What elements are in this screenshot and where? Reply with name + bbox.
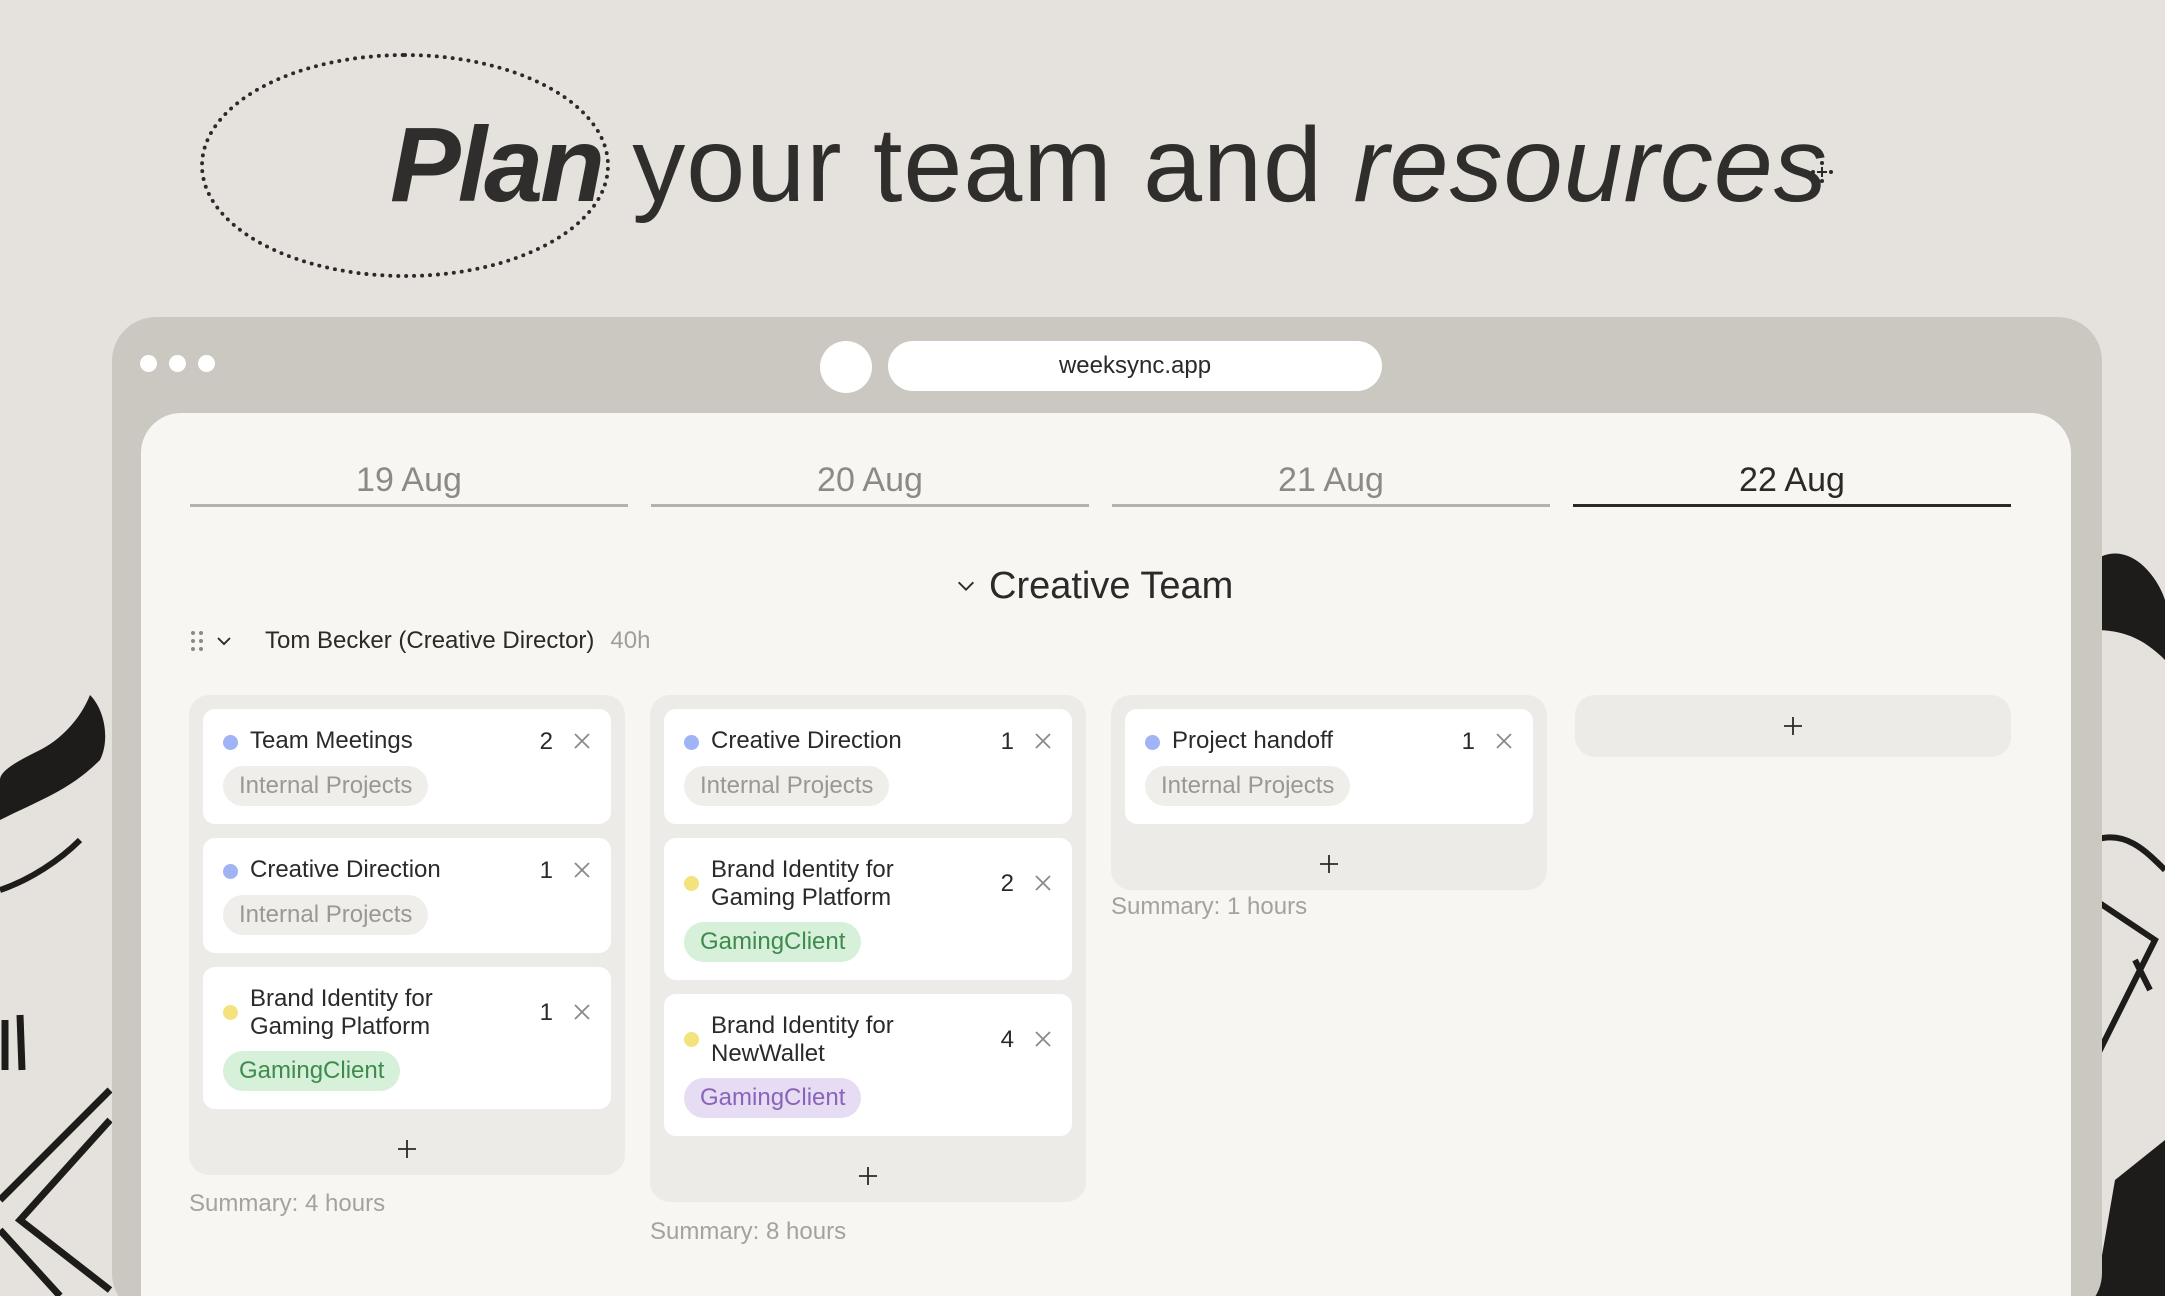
day-column-20-aug: Creative Direction 1 Internal Projects B… <box>650 695 1086 1202</box>
status-dot <box>223 735 238 750</box>
person-capacity: 40h <box>610 627 651 654</box>
url-text: weeksync.app <box>1058 352 1212 379</box>
nav-button[interactable] <box>820 341 872 393</box>
status-dot <box>684 876 699 891</box>
date-tab-19-aug[interactable]: 19 Aug <box>190 461 628 507</box>
status-dot <box>684 1032 699 1047</box>
date-tab-20-aug[interactable]: 20 Aug <box>651 461 1089 507</box>
plus-icon <box>1784 717 1802 735</box>
project-tag: GamingClient <box>684 1078 862 1118</box>
task-card[interactable]: Project handoff 1 Internal Projects <box>1125 709 1533 824</box>
date-tab-22-aug[interactable]: 22 Aug <box>1573 461 2011 507</box>
task-card[interactable]: Brand Identity for Gaming Platform 2 Gam… <box>664 838 1072 980</box>
plus-icon <box>859 1167 877 1185</box>
drag-handle-icon[interactable] <box>189 629 205 653</box>
hero-word-plan: Plan <box>390 106 605 224</box>
close-icon[interactable] <box>573 1003 591 1021</box>
add-task-button[interactable] <box>203 1123 611 1175</box>
task-card[interactable]: Brand Identity for NewWallet 4 GamingCli… <box>664 994 1072 1136</box>
task-title: Creative Direction <box>711 727 902 754</box>
project-tag: Internal Projects <box>223 766 429 806</box>
plus-icon <box>398 1140 416 1158</box>
day-column-21-aug: Project handoff 1 Internal Projects <box>1111 695 1547 890</box>
task-title: Brand Identity for Gaming Platform <box>711 856 894 911</box>
project-tag: GamingClient <box>223 1051 401 1091</box>
project-tag: Internal Projects <box>1145 766 1351 806</box>
task-hours: 1 <box>539 857 553 884</box>
day-column-19-aug: Team Meetings 2 Internal Projects Creati… <box>189 695 625 1175</box>
move-icon <box>1811 161 1833 183</box>
chevron-down-icon[interactable] <box>215 632 233 650</box>
project-tag: Internal Projects <box>223 895 429 935</box>
task-title: Brand Identity for Gaming Platform <box>250 985 433 1040</box>
window-dot-close[interactable] <box>140 355 157 372</box>
app-content: 19 Aug 20 Aug 21 Aug 22 Aug Creative Tea… <box>141 413 2071 1296</box>
project-tag: Internal Projects <box>684 766 890 806</box>
window-dot-maximize[interactable] <box>198 355 215 372</box>
url-bar[interactable]: weeksync.app <box>888 341 1382 391</box>
task-hours: 1 <box>539 999 553 1026</box>
task-card[interactable]: Brand Identity for Gaming Platform 1 Gam… <box>203 967 611 1109</box>
window-controls <box>140 355 215 372</box>
task-title: Brand Identity for NewWallet <box>711 1012 894 1067</box>
task-hours: 2 <box>539 728 553 755</box>
add-task-button[interactable] <box>1125 838 1533 890</box>
chevron-down-icon <box>958 581 974 591</box>
close-icon[interactable] <box>573 732 591 750</box>
project-tag: GamingClient <box>684 922 862 962</box>
status-dot <box>1145 735 1160 750</box>
task-card[interactable]: Creative Direction 1 Internal Projects <box>664 709 1072 824</box>
add-task-button-22-aug[interactable] <box>1575 695 2011 757</box>
day-summary: Summary: 8 hours <box>650 1218 847 1245</box>
team-name: Creative Team <box>989 564 1234 607</box>
browser-window: weeksync.app 19 Aug 20 Aug 21 Aug 22 Aug… <box>112 317 2102 1296</box>
task-card[interactable]: Team Meetings 2 Internal Projects <box>203 709 611 824</box>
close-icon[interactable] <box>1034 1030 1052 1048</box>
hero-word-resources: resources <box>1353 106 1828 224</box>
task-hours: 1 <box>1000 728 1014 755</box>
day-summary: Summary: 1 hours <box>1111 893 1308 920</box>
task-hours: 2 <box>1000 870 1014 897</box>
date-tab-21-aug[interactable]: 21 Aug <box>1112 461 1550 507</box>
hero-headline: Plan your team and resources <box>390 100 1828 230</box>
decorative-doodle-left <box>0 695 113 1296</box>
task-title: Creative Direction <box>250 856 441 883</box>
status-dot <box>223 1005 238 1020</box>
team-header[interactable]: Creative Team <box>955 561 1233 611</box>
hero-word-middle: your team and <box>601 106 1354 224</box>
day-summary: Summary: 4 hours <box>189 1190 386 1217</box>
person-name: Tom Becker (Creative Director) <box>265 627 595 654</box>
status-dot <box>684 735 699 750</box>
person-row: Tom Becker (Creative Director) 40h <box>189 621 650 661</box>
task-hours: 1 <box>1461 728 1475 755</box>
close-icon[interactable] <box>1495 732 1513 750</box>
close-icon[interactable] <box>573 861 591 879</box>
close-icon[interactable] <box>1034 874 1052 892</box>
status-dot <box>223 864 238 879</box>
task-title: Project handoff <box>1172 727 1334 754</box>
task-hours: 4 <box>1000 1026 1014 1053</box>
decorative-doodle-right <box>2095 553 2165 1296</box>
plus-icon <box>1320 855 1338 873</box>
task-card[interactable]: Creative Direction 1 Internal Projects <box>203 838 611 953</box>
add-task-button[interactable] <box>664 1150 1072 1202</box>
task-title: Team Meetings <box>250 727 413 754</box>
window-dot-minimize[interactable] <box>169 355 186 372</box>
close-icon[interactable] <box>1034 732 1052 750</box>
